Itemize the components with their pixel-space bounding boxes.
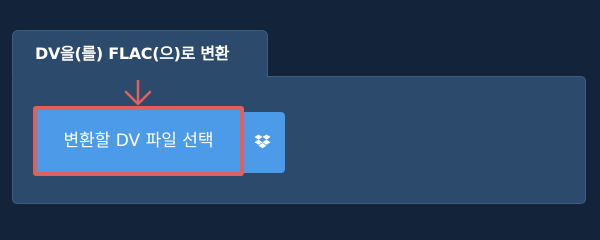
arrow-down-icon [124,80,152,106]
dropbox-icon [254,134,271,149]
select-file-button[interactable]: 변환할 DV 파일 선택 [37,110,240,172]
converter-tab: DV을(를) FLAC(으)로 변환 [12,30,268,78]
tab-title: DV을(를) FLAC(으)로 변환 [35,44,230,63]
dropbox-button[interactable] [240,112,285,173]
